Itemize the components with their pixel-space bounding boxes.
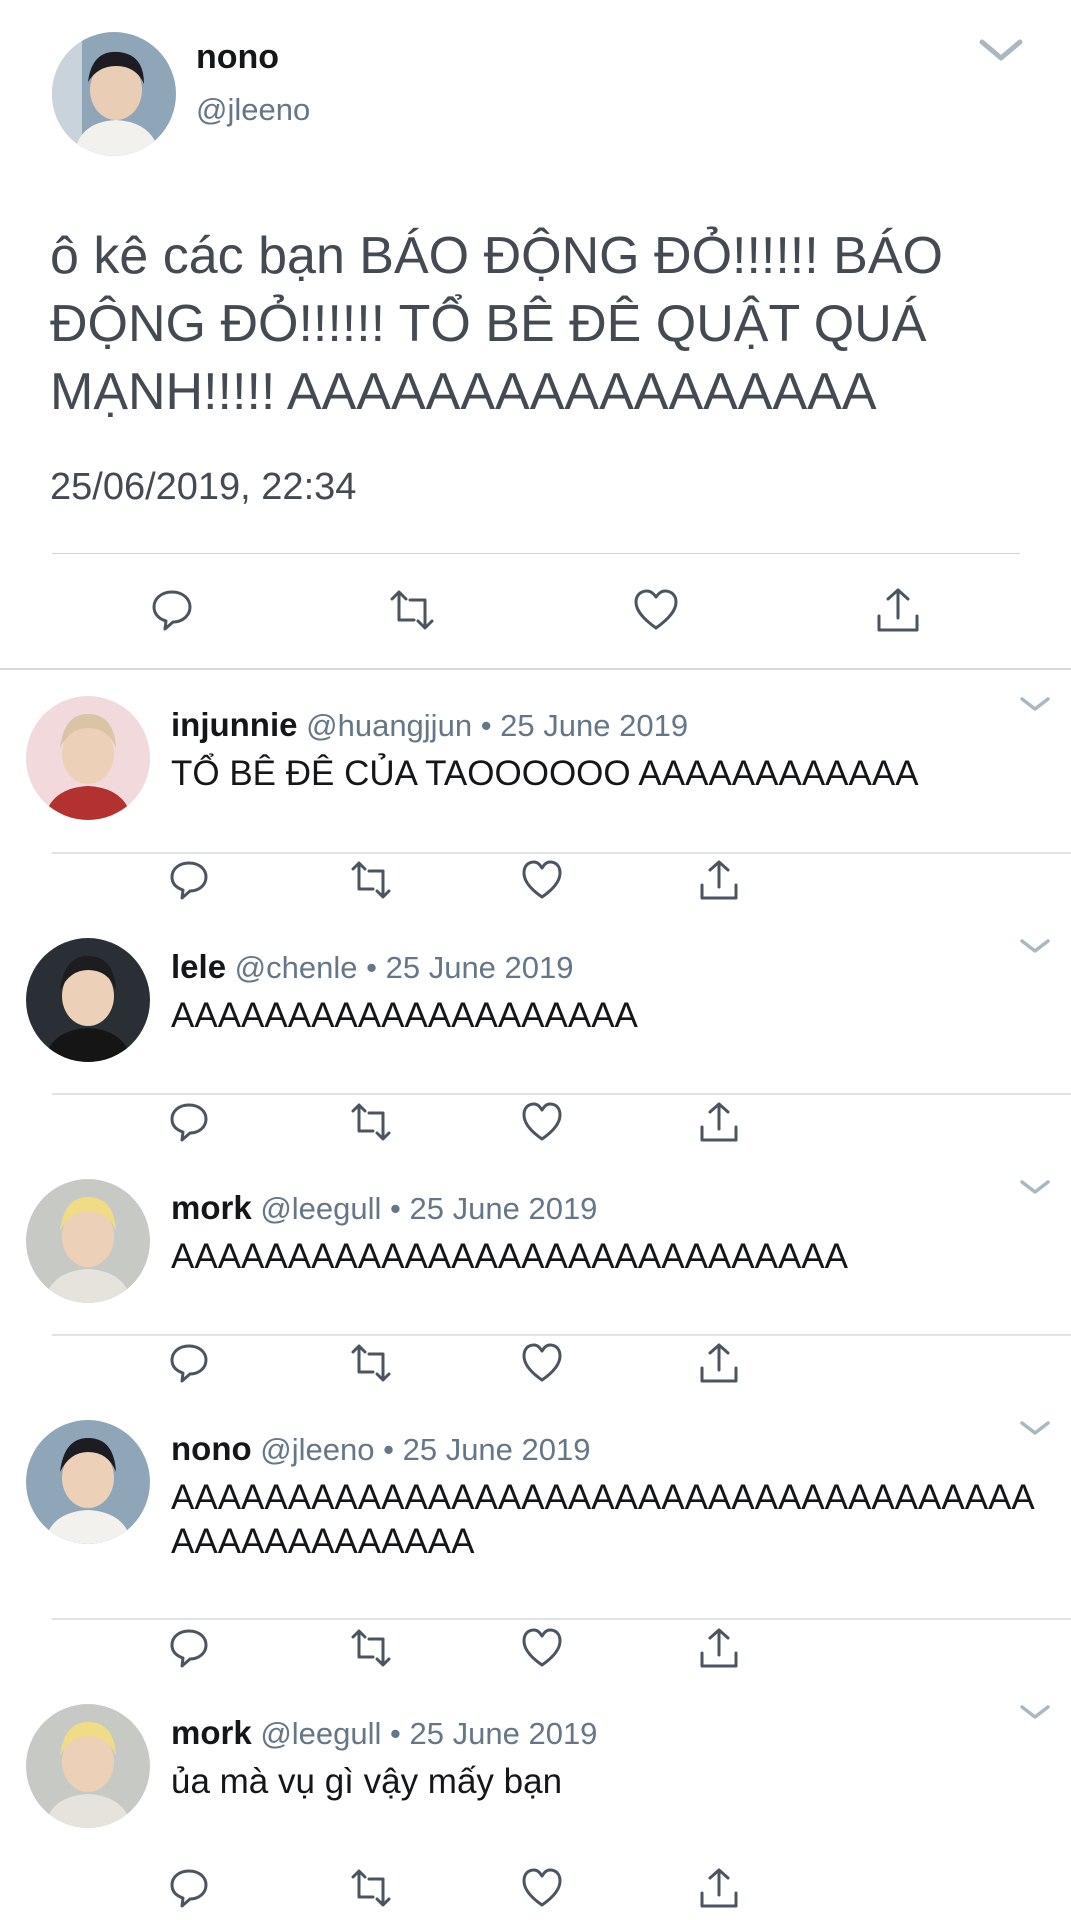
avatar[interactable] (26, 1179, 150, 1303)
retweet-icon[interactable] (349, 1626, 393, 1670)
main-author-handle[interactable]: @jleeno (196, 92, 310, 128)
divider (52, 553, 1020, 554)
heart-icon[interactable] (520, 1100, 564, 1144)
author-handle[interactable]: @leegull (260, 1191, 381, 1226)
reply-text: ủa mà vụ gì vậy mấy bạn (171, 1762, 563, 1801)
section-divider (0, 668, 1071, 670)
author-name[interactable]: mork (171, 1714, 252, 1751)
reply-text: AAAAAAAAAAAAAAAAAAAAAAAAAAAAA (171, 1237, 848, 1276)
author-handle[interactable]: @huangjjun (306, 708, 472, 743)
author-name[interactable]: mork (171, 1189, 252, 1226)
share-icon[interactable] (874, 586, 922, 634)
author-name[interactable]: lele (171, 948, 226, 985)
divider (52, 1093, 1071, 1095)
meta-separator: • (390, 1716, 401, 1751)
retweet-icon[interactable] (349, 1341, 393, 1385)
reply-header: lele @chenle • 25 June 2019 (171, 948, 574, 986)
retweet-icon[interactable] (349, 1866, 393, 1910)
chevron-down-icon[interactable] (1018, 1177, 1052, 1197)
reply-date[interactable]: 25 June 2019 (500, 708, 688, 743)
avatar[interactable] (26, 1420, 150, 1544)
meta-separator: • (366, 950, 377, 985)
reply-icon[interactable] (167, 1626, 211, 1670)
reply-date[interactable]: 25 June 2019 (410, 1191, 598, 1226)
reply-icon[interactable] (167, 1100, 211, 1144)
avatar[interactable] (26, 1704, 150, 1828)
heart-icon[interactable] (520, 1341, 564, 1385)
reply-header: injunnie @huangjjun • 25 June 2019 (171, 706, 688, 744)
reply-text: AAAAAAAAAAAAAAAAAAAA (171, 996, 638, 1035)
avatar[interactable] (26, 696, 150, 820)
retweet-icon[interactable] (349, 858, 393, 902)
avatar[interactable] (26, 938, 150, 1062)
reply-header: mork @leegull • 25 June 2019 (171, 1189, 597, 1227)
author-name[interactable]: nono (171, 1430, 252, 1467)
reply-icon[interactable] (167, 858, 211, 902)
share-icon[interactable] (697, 1866, 741, 1910)
main-tweet-text: ô kê các bạn BÁO ĐỘNG ĐỎ!!!!!! BÁO ĐỘNG … (50, 227, 943, 421)
retweet-icon[interactable] (349, 1100, 393, 1144)
reply-text: AAAAAAAAAAAAAAAAAAAAAAAAAAAAAAAAAAAAAAAA… (171, 1478, 1035, 1561)
heart-icon[interactable] (632, 586, 680, 634)
meta-separator: • (390, 1191, 401, 1226)
reply-text: TỔ BÊ ĐÊ CỦA TAOOOOOO AAAAAAAAAAAA (171, 754, 919, 793)
chevron-down-icon[interactable] (976, 34, 1026, 64)
main-tweet-timestamp[interactable]: 25/06/2019, 22:34 (50, 466, 356, 509)
reply-date[interactable]: 25 June 2019 (410, 1716, 598, 1751)
heart-icon[interactable] (520, 1866, 564, 1910)
share-icon[interactable] (697, 1626, 741, 1670)
main-author-name[interactable]: nono (196, 38, 279, 77)
meta-separator: • (480, 708, 492, 743)
reply-icon[interactable] (167, 1341, 211, 1385)
chevron-down-icon[interactable] (1018, 1418, 1052, 1438)
reply-icon[interactable] (148, 586, 196, 634)
author-name[interactable]: injunnie (171, 706, 298, 743)
share-icon[interactable] (697, 858, 741, 902)
main-avatar[interactable] (52, 32, 176, 156)
chevron-down-icon[interactable] (1018, 936, 1052, 956)
divider (52, 1334, 1071, 1336)
divider (52, 1618, 1071, 1620)
author-handle[interactable]: @leegull (260, 1716, 381, 1751)
reply-icon[interactable] (167, 1866, 211, 1910)
author-handle[interactable]: @chenle (235, 950, 358, 985)
share-icon[interactable] (697, 1341, 741, 1385)
reply-header: mork @leegull • 25 June 2019 (171, 1714, 597, 1752)
meta-separator: • (383, 1432, 394, 1467)
share-icon[interactable] (697, 1100, 741, 1144)
reply-date[interactable]: 25 June 2019 (386, 950, 574, 985)
chevron-down-icon[interactable] (1018, 694, 1052, 714)
chevron-down-icon[interactable] (1018, 1702, 1052, 1722)
retweet-icon[interactable] (388, 586, 436, 634)
reply-header: nono @jleeno • 25 June 2019 (171, 1430, 591, 1468)
heart-icon[interactable] (520, 1626, 564, 1670)
author-handle[interactable]: @jleeno (260, 1432, 374, 1467)
reply-date[interactable]: 25 June 2019 (403, 1432, 591, 1467)
heart-icon[interactable] (520, 858, 564, 902)
divider (52, 852, 1071, 854)
